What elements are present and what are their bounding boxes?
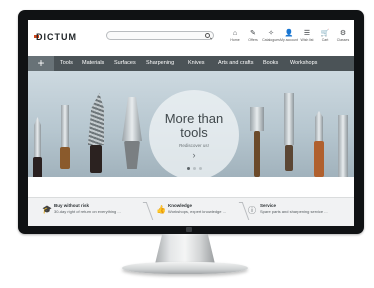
info-icon: ⓘ <box>248 206 256 215</box>
menu-plus-button[interactable]: + <box>28 56 54 71</box>
classes-icon: ⚙ <box>339 30 347 37</box>
wishlist-icon: ☰ <box>303 30 311 37</box>
benefit-title: Knowledge <box>168 203 193 208</box>
header-nav-classes[interactable]: ⚙ Classes <box>334 29 352 53</box>
benefits-bar: 🎓 Buy without risk 30-day right of retur… <box>28 197 354 226</box>
hero-title-line1: More than <box>164 111 224 126</box>
pencil-icon: ✎ <box>250 30 256 37</box>
header-nav-label: My account <box>280 38 298 42</box>
category-arts-and-crafts[interactable]: Arts and crafts <box>218 60 253 66</box>
category-knives[interactable]: Knives <box>188 60 205 66</box>
thumbs-up-icon: 👍 <box>156 205 166 214</box>
monitor-stand-base <box>122 262 248 274</box>
header-nav-label: Wish list <box>300 38 314 42</box>
benefit-service[interactable]: ⓘ Service Spare parts and sharpening ser… <box>248 202 352 222</box>
graduation-cap-icon: 🎓 <box>42 205 52 214</box>
header-nav-offers[interactable]: ✎ Offers <box>244 29 262 53</box>
hero-title: More than tools <box>149 112 239 140</box>
category-surfaces[interactable]: Surfaces <box>114 60 136 66</box>
slide-dot-2[interactable] <box>193 167 196 170</box>
chevron-right-icon[interactable]: › <box>188 150 200 160</box>
benefit-description: Spare parts and sharpening service ... <box>260 209 328 214</box>
monitor-screen: DICTUM ⌂ Home ✎ Offers ✧ Catalogues 👤 My… <box>28 20 354 226</box>
catalogues-icon: ✧ <box>268 30 274 37</box>
search-box[interactable] <box>106 31 214 40</box>
category-nav: + Tools Materials Surfaces Sharpening Kn… <box>28 56 354 71</box>
header-nav-label: Classes <box>336 38 350 42</box>
header-nav: ⌂ Home ✎ Offers ✧ Catalogues 👤 My accoun… <box>226 29 352 53</box>
cart-icon: 🛒 <box>320 30 330 37</box>
monitor-bezel: DICTUM ⌂ Home ✎ Offers ✧ Catalogues 👤 My… <box>18 10 364 234</box>
category-materials[interactable]: Materials <box>82 60 104 66</box>
monitor-stand-neck <box>155 234 215 264</box>
slide-dot-3[interactable] <box>199 167 202 170</box>
site-header: DICTUM ⌂ Home ✎ Offers ✧ Catalogues 👤 My… <box>28 20 354 56</box>
benefit-buy-without-risk[interactable]: 🎓 Buy without risk 30-day right of retur… <box>42 202 152 222</box>
slide-dots <box>187 167 202 170</box>
benefit-description: Workshops, expert knowledge ... <box>168 209 226 214</box>
monitor-logo <box>186 227 192 232</box>
site-logo[interactable]: DICTUM <box>36 32 77 42</box>
benefit-description: 30-day right of return on everything ... <box>54 209 121 214</box>
category-tools[interactable]: Tools <box>60 60 73 66</box>
hero-banner[interactable]: More than tools Rediscover us! › <box>28 71 354 177</box>
hero-subtitle[interactable]: Rediscover us! <box>149 143 239 148</box>
header-nav-wishlist[interactable]: ☰ Wish list <box>298 29 316 53</box>
category-workshops[interactable]: Workshops <box>290 60 317 66</box>
header-nav-label: Cart <box>321 38 329 42</box>
header-nav-label: Home <box>230 38 240 42</box>
search-input[interactable] <box>111 32 201 39</box>
user-icon: 👤 <box>284 30 294 37</box>
benefit-knowledge[interactable]: 👍 Knowledge Workshops, expert knowledge … <box>156 202 248 222</box>
header-nav-label: Catalogues <box>262 38 280 42</box>
header-nav-home[interactable]: ⌂ Home <box>226 29 244 53</box>
category-sharpening[interactable]: Sharpening <box>146 60 174 66</box>
slide-dot-1[interactable] <box>187 167 190 170</box>
benefit-title: Service <box>260 203 277 208</box>
category-books[interactable]: Books <box>263 60 278 66</box>
home-icon: ⌂ <box>232 30 238 37</box>
header-nav-catalogues[interactable]: ✧ Catalogues <box>262 29 280 53</box>
benefit-title: Buy without risk <box>54 203 90 208</box>
hero-title-line2: tools <box>180 125 208 140</box>
search-icon[interactable] <box>205 33 210 38</box>
header-nav-label: Offers <box>248 38 258 42</box>
header-nav-account[interactable]: 👤 My account <box>280 29 298 53</box>
hero-circle: More than tools Rediscover us! › <box>149 90 239 177</box>
header-nav-cart[interactable]: 🛒 Cart <box>316 29 334 53</box>
